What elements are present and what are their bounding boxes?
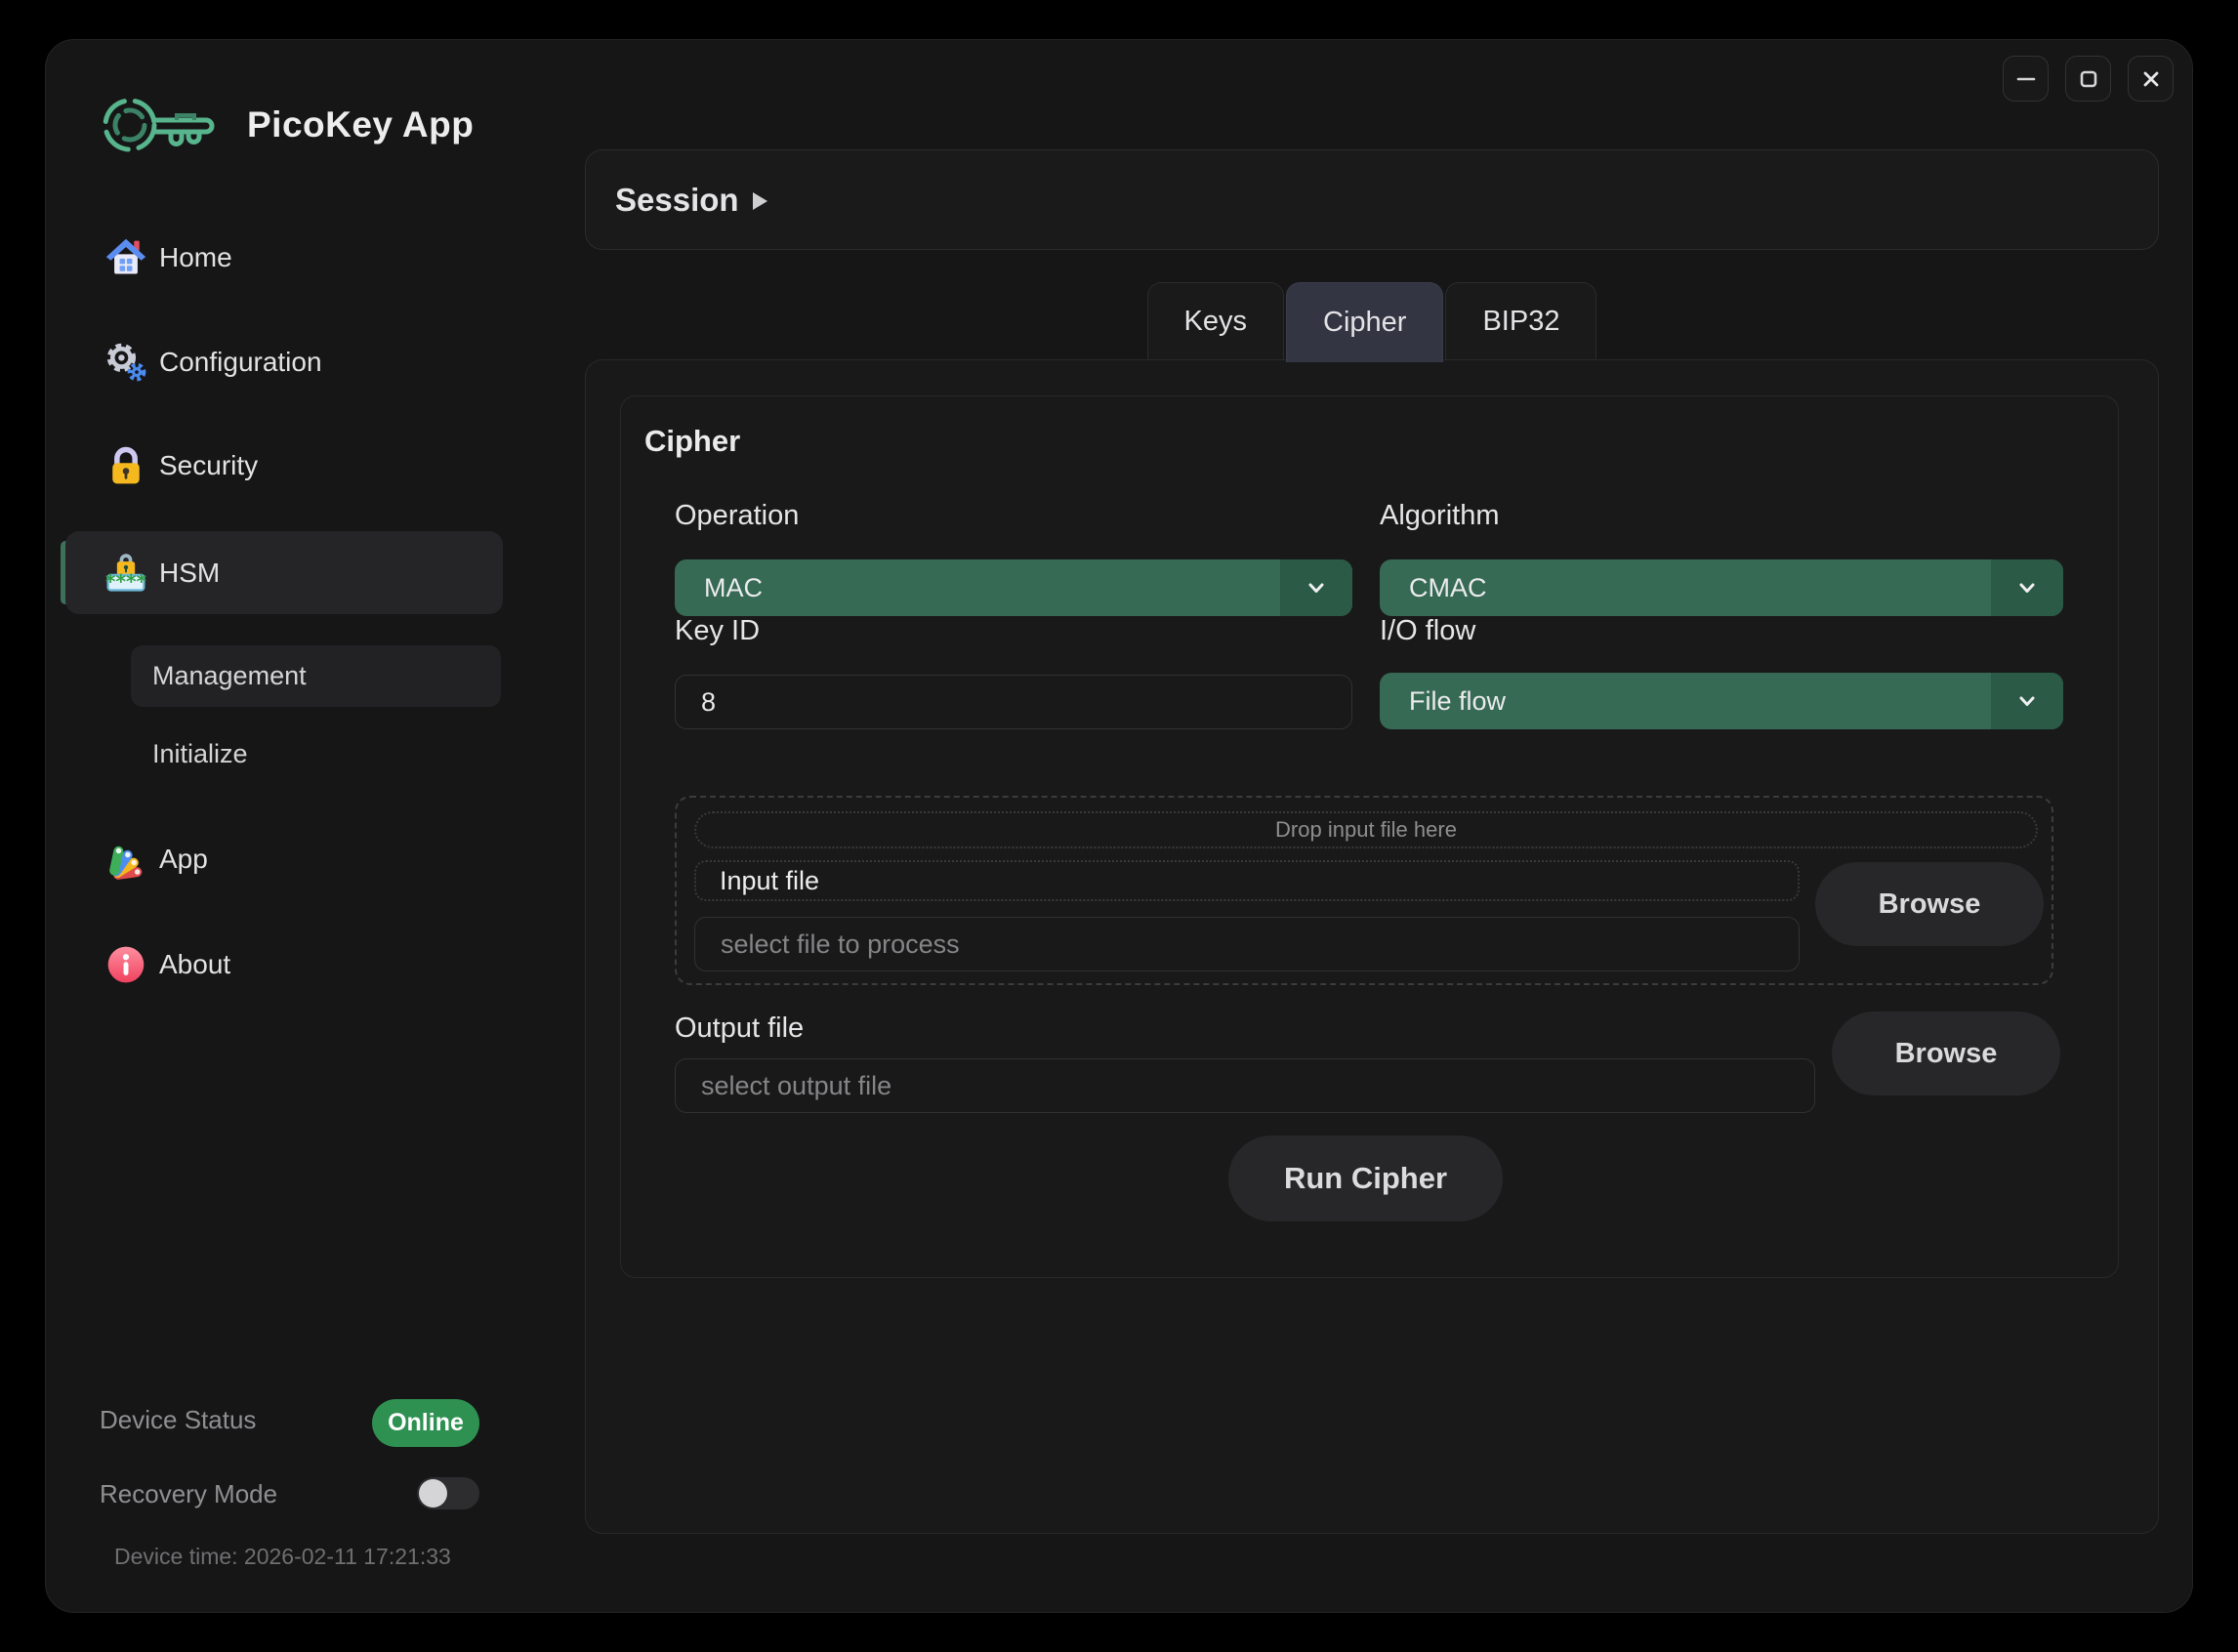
sidebar-item-label: HSM [159,558,220,589]
window-controls [2003,56,2174,102]
tab-label: Keys [1184,306,1247,338]
lock-password-icon: **** [104,552,147,595]
select-cap [1991,673,2063,729]
maximize-button[interactable] [2065,56,2111,102]
tab-content-pane: Cipher Operation Algorithm MAC CMAC Key … [585,359,2159,1534]
tab-cipher[interactable]: Cipher [1286,282,1443,362]
run-cipher-button[interactable]: Run Cipher [1228,1136,1503,1221]
session-header[interactable]: Session [585,149,2159,250]
sidebar-item-app[interactable]: App [65,822,503,896]
operation-select[interactable]: MAC [675,559,1352,616]
minimize-icon [2013,66,2039,92]
tab-bar: Keys Cipher BIP32 [585,282,2159,359]
sidebar-item-label: Configuration [159,347,322,378]
chevron-down-icon [2013,687,2041,715]
io-flow-label: I/O flow [1380,615,1475,647]
app-title: PicoKey App [247,104,474,145]
algorithm-label: Algorithm [1380,500,1500,532]
minimize-button[interactable] [2003,56,2049,102]
panel-title: Cipher [644,424,740,459]
key-id-label: Key ID [675,615,760,647]
toggle-knob [419,1479,447,1507]
maximize-icon [2076,66,2101,92]
io-flow-value: File flow [1409,686,1506,717]
app-window: PicoKey App Home Configuration [45,39,2193,1613]
key-id-input[interactable] [675,675,1352,729]
brand: PicoKey App [101,87,474,163]
sidebar-item-label: About [159,949,230,980]
sidebar-item-label: Initialize [152,739,248,769]
input-file-label: Input file [694,860,1800,901]
drop-hint: Drop input file here [694,811,2038,848]
browse-output-button[interactable]: Browse [1832,1012,2060,1095]
lock-icon [104,444,147,487]
algorithm-value: CMAC [1409,573,1487,603]
sidebar-item-label: Security [159,450,258,481]
sidebar-item-about[interactable]: About [65,928,503,1002]
sidebar-item-label: App [159,844,208,875]
device-status-label: Device Status [100,1405,256,1435]
chevron-down-icon [2013,574,2041,601]
sidebar-item-initialize[interactable]: Initialize [131,723,501,785]
tab-label: BIP32 [1482,306,1559,338]
tab-label: Cipher [1323,307,1406,339]
operation-value: MAC [704,573,763,603]
info-icon [104,943,147,986]
tab-keys[interactable]: Keys [1147,282,1284,359]
device-status-badge: Online [372,1399,479,1447]
output-file-field[interactable] [675,1058,1815,1113]
home-icon [104,236,147,279]
input-file-field[interactable] [694,917,1800,971]
cipher-panel: Cipher Operation Algorithm MAC CMAC Key … [620,395,2119,1278]
select-cap [1280,559,1352,616]
output-file-label: Output file [675,1012,804,1045]
sidebar-item-hsm[interactable]: **** HSM [65,531,503,614]
sidebar-item-label: Home [159,242,232,273]
operation-label: Operation [675,500,799,532]
sidebar-item-management[interactable]: Management [131,645,501,707]
io-flow-select[interactable]: File flow [1380,673,2063,729]
device-time: Device time: 2026-02-11 17:21:33 [114,1544,451,1570]
recovery-mode-toggle[interactable] [417,1477,479,1509]
close-icon [2138,66,2164,92]
session-title: Session [615,182,739,219]
color-fan-icon [104,838,147,881]
select-cap [1991,559,2063,616]
sidebar-item-configuration[interactable]: Configuration [65,325,503,399]
gears-icon [104,341,147,384]
recovery-mode-label: Recovery Mode [100,1479,277,1509]
close-button[interactable] [2128,56,2174,102]
algorithm-select[interactable]: CMAC [1380,559,2063,616]
tab-bip32[interactable]: BIP32 [1445,282,1596,359]
chevron-down-icon [1303,574,1330,601]
browse-input-button[interactable]: Browse [1815,862,2044,946]
sidebar-item-home[interactable]: Home [65,221,503,295]
sidebar-item-security[interactable]: Security [65,429,503,503]
key-logo-icon [101,87,218,163]
sidebar-item-label: Management [152,661,307,691]
file-dropzone[interactable]: Drop input file here Input file Browse [675,796,2053,985]
caret-right-icon [753,192,767,210]
svg-text:****: **** [105,569,147,593]
